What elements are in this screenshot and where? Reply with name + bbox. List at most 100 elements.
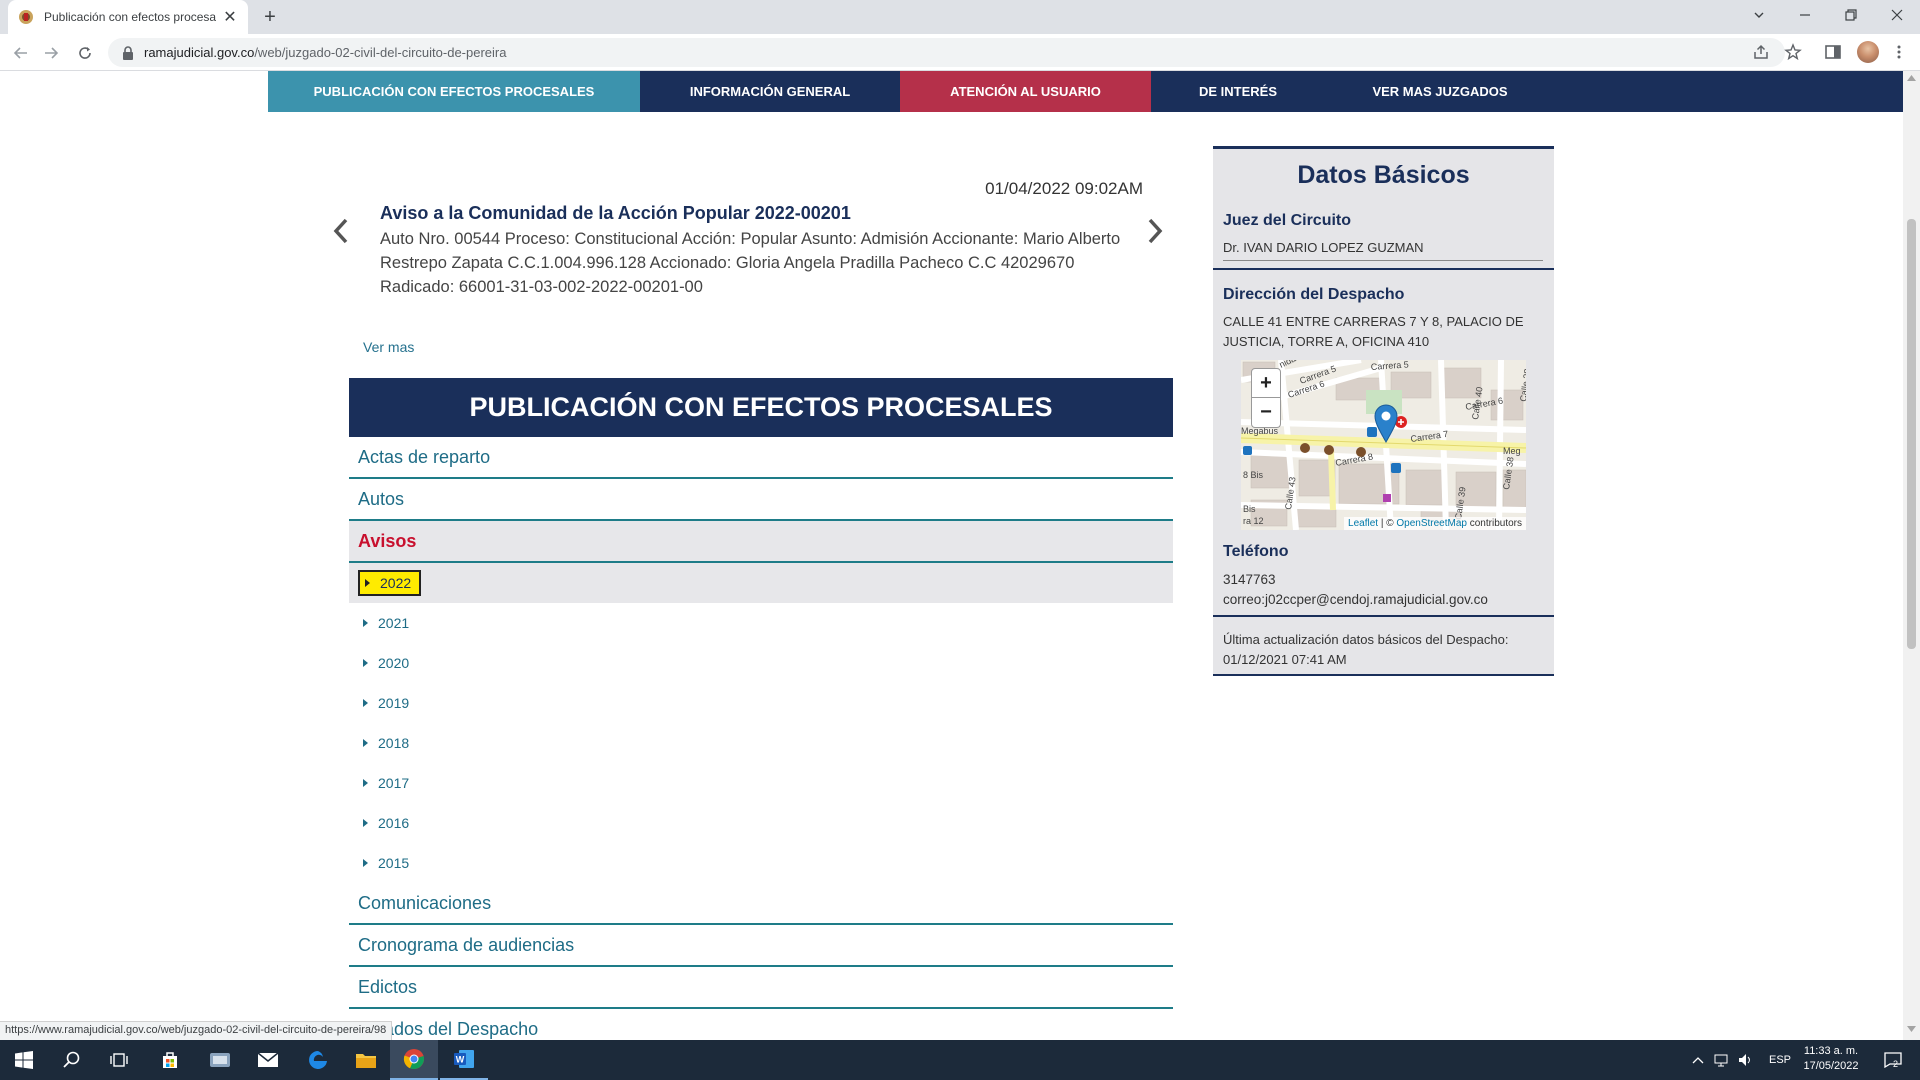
map-tiles[interactable]: Carrera 5 Carrera 5 Carrera 6 Carrera 6 … — [1241, 360, 1526, 530]
direccion-text: CALLE 41 ENTRE CARRERAS 7 Y 8, PALACIO D… — [1223, 314, 1524, 349]
category-edictos[interactable]: Edictos — [349, 967, 1173, 1009]
chevron-left-icon[interactable] — [332, 217, 350, 245]
system-clock[interactable]: 11:33 a. m. 17/05/2022 — [1796, 1044, 1866, 1074]
volume-icon[interactable] — [1738, 1040, 1754, 1080]
show-hidden-icons-chevron-icon[interactable] — [1692, 1040, 1704, 1080]
edge-browser-icon[interactable] — [294, 1040, 342, 1080]
svg-text:8 Bis: 8 Bis — [1243, 470, 1264, 480]
start-windows-icon[interactable] — [0, 1040, 48, 1080]
year-item-2022[interactable]: 2022 — [349, 563, 1173, 603]
notification-count: 2 — [1893, 1059, 1899, 1069]
nav-publicacion[interactable]: PUBLICACIÓN CON EFECTOS PROCESALES — [268, 71, 640, 112]
attr-contrib: contributors — [1466, 518, 1522, 529]
year-label: 2021 — [378, 615, 410, 631]
forward-arrow-icon[interactable] — [38, 40, 64, 66]
telefono-label: Teléfono — [1223, 543, 1289, 560]
juez-name: Dr. IVAN DARIO LOPEZ GUZMAN — [1223, 240, 1424, 255]
telefono-value: 3147763 — [1223, 572, 1276, 587]
year-label: 2015 — [378, 855, 410, 871]
nav-informacion-general[interactable]: INFORMACIÓN GENERAL — [640, 71, 900, 112]
chevron-right-icon[interactable] — [1146, 217, 1164, 245]
location-map[interactable]: Carrera 5 Carrera 5 Carrera 6 Carrera 6 … — [1241, 360, 1526, 530]
nav-atencion-usuario[interactable]: ATENCIÓN AL USUARIO — [900, 71, 1151, 112]
year-item-2018[interactable]: 2018 — [349, 723, 1173, 763]
year-item-2021[interactable]: 2021 — [349, 603, 1173, 643]
category-autos[interactable]: Autos — [349, 479, 1173, 521]
attr-sep: | © — [1378, 518, 1397, 529]
map-zoom-in-button[interactable]: + — [1251, 368, 1281, 398]
url-host: ramajudicial.gov.co — [144, 45, 255, 60]
search-icon[interactable] — [48, 1040, 96, 1080]
ver-mas-link[interactable]: Ver mas — [363, 339, 414, 355]
link-status-tooltip: https://www.ramajudicial.gov.co/web/juzg… — [0, 1021, 393, 1040]
caret-right-icon — [363, 659, 368, 667]
year-item-2017[interactable]: 2017 — [349, 763, 1173, 803]
close-window-button[interactable] — [1874, 0, 1920, 30]
new-tab-button[interactable]: + — [258, 5, 282, 29]
scroll-down-icon[interactable] — [1907, 1026, 1916, 1032]
datos-basicos-panel: Datos Básicos Juez del Circuito Dr. IVAN… — [1213, 146, 1554, 676]
year-label: 2019 — [378, 695, 410, 711]
year-item-2019[interactable]: 2019 — [349, 683, 1173, 723]
url-input[interactable]: ramajudicial.gov.co/web/juzgado-02-civil… — [108, 38, 1785, 67]
svg-text:Bis: Bis — [1243, 504, 1256, 514]
address-bar: ramajudicial.gov.co/web/juzgado-02-civil… — [0, 34, 1920, 71]
year-item-2015[interactable]: 2015 — [349, 843, 1173, 883]
map-zoom-out-button[interactable]: − — [1251, 398, 1281, 428]
more-menu-icon[interactable] — [1890, 43, 1908, 61]
reload-icon[interactable] — [72, 40, 98, 66]
caret-right-icon — [363, 739, 368, 747]
bookmark-star-icon[interactable] — [1784, 43, 1802, 61]
category-cronograma-audiencias[interactable]: Cronograma de audiencias — [349, 925, 1173, 967]
osm-link[interactable]: OpenStreetMap — [1396, 518, 1467, 529]
close-tab-icon[interactable]: ✕ — [222, 9, 238, 26]
carousel-title[interactable]: Aviso a la Comunidad de la Acción Popula… — [380, 203, 851, 224]
divider — [1213, 615, 1554, 617]
nav-de-interes[interactable]: DE INTERÉS — [1151, 71, 1325, 112]
caret-right-icon — [363, 619, 368, 627]
restore-button[interactable] — [1828, 0, 1874, 30]
share-icon[interactable] — [1752, 43, 1770, 61]
direccion-label: Dirección del Despacho — [1223, 286, 1405, 303]
tab-search-icon[interactable] — [1736, 0, 1782, 30]
category-estados-despacho[interactable]: Estados del Despacho — [349, 1009, 1173, 1040]
mail-icon[interactable] — [244, 1040, 292, 1080]
leaflet-link[interactable]: Leaflet — [1348, 518, 1378, 529]
file-transfer-icon[interactable] — [196, 1040, 244, 1080]
lock-icon — [123, 45, 133, 60]
category-actas-de-reparto[interactable]: Actas de reparto — [349, 437, 1173, 479]
nav-ver-mas-juzgados[interactable]: VER MAS JUZGADOS — [1325, 71, 1555, 112]
minimize-button[interactable] — [1782, 0, 1828, 30]
store-icon[interactable] — [146, 1040, 194, 1080]
windows-taskbar: W ESP 11:33 a. m. 17/05/2022 2 — [0, 1040, 1920, 1080]
year-label: 2018 — [378, 735, 410, 751]
profile-avatar[interactable] — [1857, 41, 1879, 63]
scroll-up-icon[interactable] — [1907, 75, 1916, 81]
network-icon[interactable] — [1714, 1040, 1730, 1080]
divider — [1213, 268, 1554, 270]
year-item-2020[interactable]: 2020 — [349, 643, 1173, 683]
juez-label: Juez del Circuito — [1223, 212, 1352, 229]
caret-right-icon — [365, 579, 370, 587]
category-avisos[interactable]: Avisos — [349, 521, 1173, 563]
divider — [1223, 260, 1543, 261]
category-comunicaciones[interactable]: Comunicaciones — [349, 883, 1173, 925]
carousel-date: 01/04/2022 09:02AM — [985, 179, 1143, 198]
browser-tab[interactable]: Publicación con efectos procesale ✕ — [8, 0, 248, 34]
notification-center-icon[interactable]: 2 — [1878, 1040, 1908, 1080]
side-panel-icon[interactable] — [1824, 43, 1842, 61]
year-item-2016[interactable]: 2016 — [349, 803, 1173, 843]
back-arrow-icon[interactable] — [8, 40, 34, 66]
scroll-thumb[interactable] — [1907, 219, 1916, 649]
task-view-icon[interactable] — [96, 1040, 144, 1080]
file-explorer-icon[interactable] — [342, 1040, 390, 1080]
url-path: /web/juzgado-02-civil-del-circuito-de-pe… — [254, 45, 507, 60]
svg-text:W: W — [456, 1055, 465, 1065]
word-icon[interactable]: W — [440, 1040, 488, 1080]
page-scrollbar[interactable] — [1903, 71, 1920, 1040]
year-label: 2016 — [378, 815, 410, 831]
input-language[interactable]: ESP — [1769, 1040, 1791, 1080]
news-carousel: 01/04/2022 09:02AM Aviso a la Comunidad … — [320, 161, 1180, 392]
chrome-browser-icon[interactable] — [390, 1040, 438, 1080]
year-label: 2017 — [378, 775, 410, 791]
